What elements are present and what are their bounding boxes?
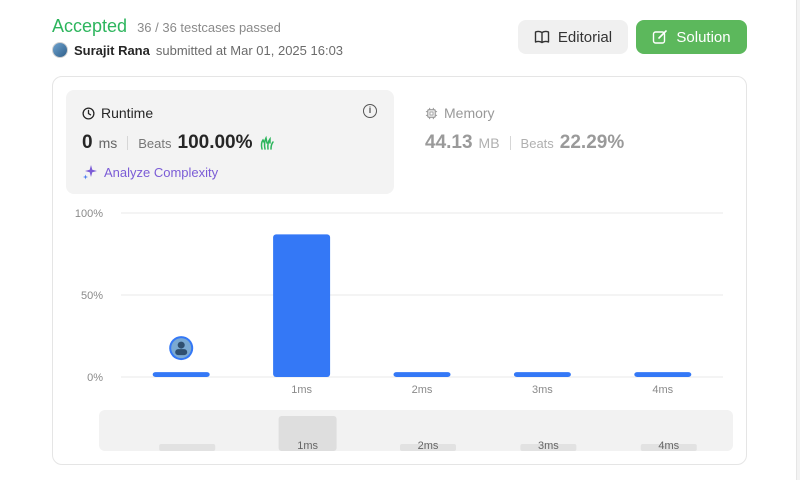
chip-icon: [425, 107, 438, 119]
memory-values: 44.13 MB Beats 22.29%: [425, 132, 624, 154]
divider: [509, 136, 511, 150]
info-icon[interactable]: i: [363, 104, 377, 118]
runtime-unit: ms: [98, 135, 118, 151]
runtime-title: Runtime: [82, 105, 153, 121]
scrubber-tick-label: 2ms: [418, 440, 439, 451]
y-tick-label: 50%: [81, 290, 103, 302]
x-tick-label: 1ms: [291, 384, 312, 396]
runtime-values: 0 ms Beats 100.00%: [82, 132, 275, 154]
user-marker-body: [175, 349, 188, 356]
chart-bar[interactable]: [513, 372, 571, 377]
analyze-label: Analyze Complexity: [104, 164, 219, 180]
memory-beats-value: 22.29%: [559, 132, 625, 153]
submission-header: Accepted 36 / 36 testcases passed Suraji…: [52, 14, 748, 64]
status-accepted: Accepted: [52, 16, 128, 36]
status-line: Accepted 36 / 36 testcases passed: [52, 16, 281, 37]
divider: [127, 136, 129, 150]
memory-title: Memory: [425, 105, 495, 121]
scrubber-tick-label: 4ms: [658, 440, 679, 451]
runtime-distribution-chart: 0% 50% 100% 1ms 2ms 3ms 4ms: [75, 208, 723, 396]
chart-bar[interactable]: [634, 372, 692, 377]
runtime-value: 0: [82, 132, 93, 153]
testcases-summary: 36 / 36 testcases passed: [137, 20, 281, 35]
performance-card: Runtime i 0 ms Beats 100.00% Analyze Com…: [52, 76, 747, 465]
sparkle-icon: [83, 165, 97, 180]
editorial-label: Editorial: [557, 28, 613, 46]
memory-beats-label: Beats: [520, 136, 554, 151]
scrubber-mini-bar: [159, 444, 216, 451]
memory-panel[interactable]: Memory 44.13 MB Beats 22.29%: [409, 90, 729, 194]
page-edge: [796, 0, 800, 480]
solution-label: Solution: [676, 28, 731, 46]
analyze-complexity-link[interactable]: Analyze Complexity: [82, 164, 218, 180]
memory-value: 44.13: [425, 132, 473, 153]
clock-icon: [82, 106, 95, 120]
runtime-label: Runtime: [101, 105, 154, 121]
x-tick-label: 4ms: [652, 384, 673, 396]
x-tick-label: 3ms: [532, 384, 553, 396]
y-tick-label: 0%: [87, 372, 103, 384]
submitted-at: submitted at Mar 01, 2025 16:03: [155, 42, 344, 58]
y-tick-label: 100%: [75, 208, 103, 220]
submitter-line: Surajit Rana submitted at Mar 01, 2025 1…: [52, 42, 343, 58]
memory-label: Memory: [444, 105, 495, 121]
book-icon: [534, 30, 550, 44]
user-name[interactable]: Surajit Rana: [74, 43, 150, 58]
chart-bar[interactable]: [152, 372, 210, 377]
scrubber-tick-label: 1ms: [297, 440, 318, 451]
distribution-scrubber[interactable]: 1ms 2ms 3ms 4ms: [99, 410, 733, 451]
solution-button[interactable]: Solution: [636, 20, 747, 54]
avatar[interactable]: [52, 42, 68, 58]
x-tick-label: 2ms: [412, 384, 433, 396]
clap-icon: [260, 135, 274, 150]
editorial-button[interactable]: Editorial: [518, 20, 628, 54]
runtime-panel[interactable]: Runtime i 0 ms Beats 100.00% Analyze Com…: [66, 90, 394, 194]
chart-bar[interactable]: [273, 234, 331, 377]
chart-bar[interactable]: [393, 372, 451, 377]
runtime-beats-label: Beats: [138, 136, 172, 151]
edit-icon: [653, 30, 668, 44]
memory-unit: MB: [478, 135, 500, 151]
scrubber-tick-label: 3ms: [538, 440, 559, 451]
user-marker-head: [177, 341, 185, 349]
runtime-beats-value: 100.00%: [177, 132, 253, 153]
